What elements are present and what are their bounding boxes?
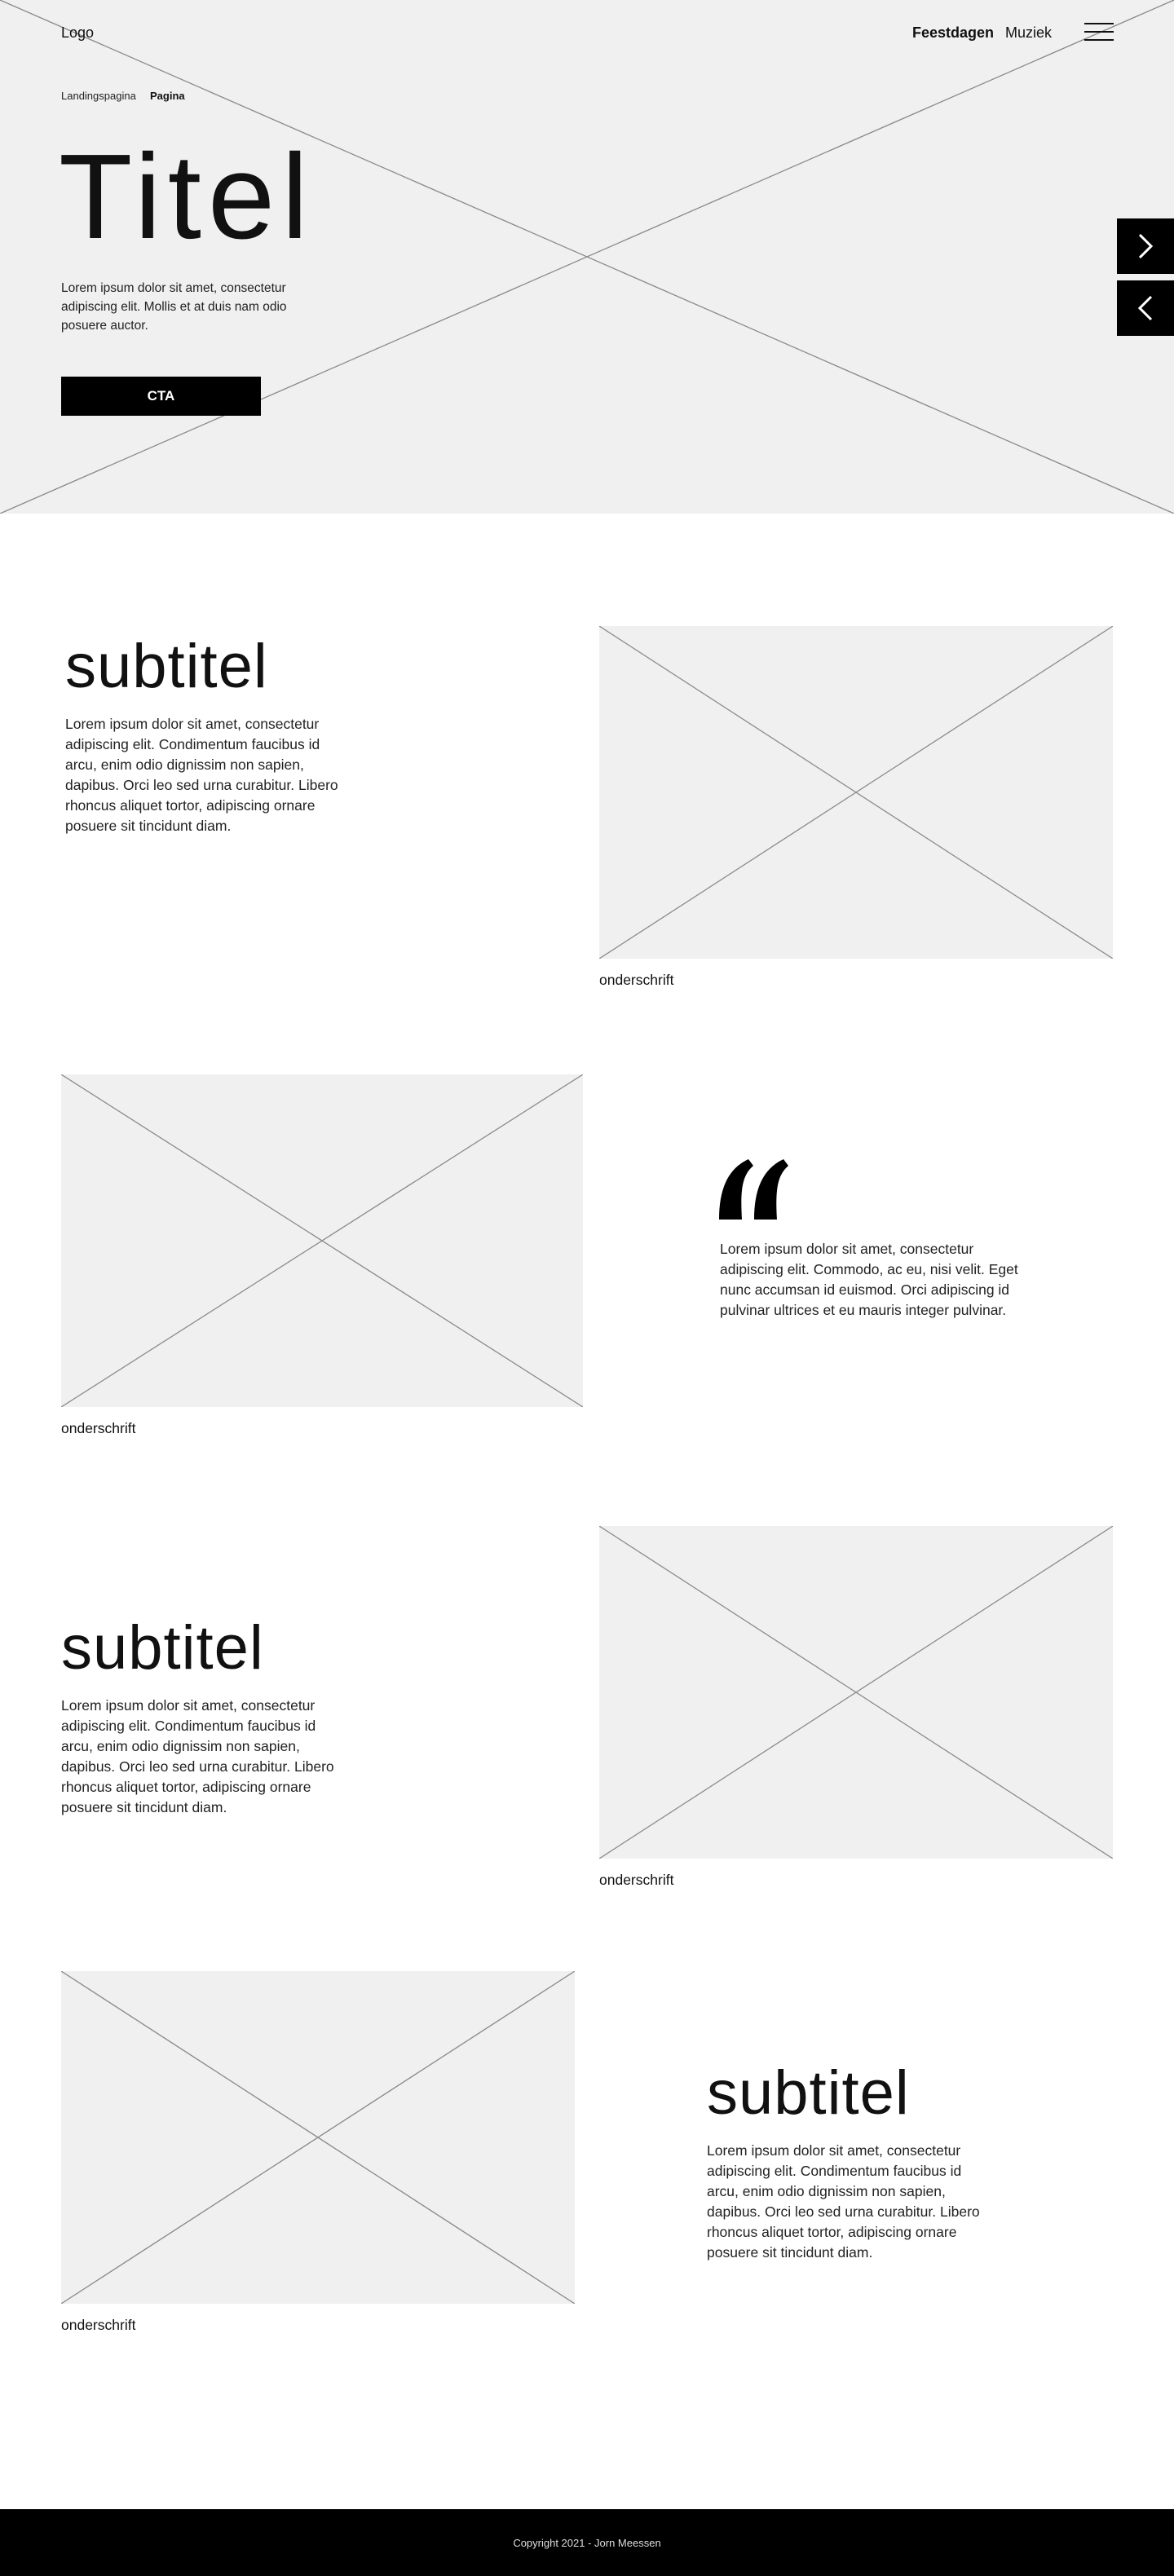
image-placeholder-icon [61, 1074, 583, 1407]
page-title: Titel [59, 130, 316, 264]
hero-description: Lorem ipsum dolor sit amet, consectetur … [61, 281, 287, 333]
section-4-text: Lorem ipsum dolor sit amet, consectetur … [707, 2142, 980, 2261]
section-2-caption: onderschrift [61, 1420, 136, 1436]
image-placeholder-icon [599, 626, 1113, 959]
next-slide-button[interactable] [1117, 218, 1174, 274]
chevron-left-icon [1137, 295, 1153, 321]
hamburger-menu-icon[interactable] [1084, 23, 1114, 42]
section-1-image-placeholder [599, 626, 1113, 959]
section-1-caption: onderschrift [599, 972, 674, 988]
logo[interactable]: Logo [61, 24, 94, 42]
footer: Copyright 2021 - Jorn Meessen [0, 2509, 1174, 2576]
quote-icon [719, 1159, 788, 1220]
section-1-text: Lorem ipsum dolor sit amet, consectetur … [65, 716, 338, 834]
section-2-image-placeholder [61, 1074, 583, 1407]
section-4-image-placeholder [61, 1971, 575, 2304]
section-4-subtitle: subtitel [707, 2058, 910, 2128]
section-4-caption: onderschrift [61, 2317, 136, 2333]
nav-link-muziek[interactable]: Muziek [1005, 24, 1052, 42]
footer-copyright: Copyright 2021 - Jorn Meessen [513, 2536, 661, 2549]
prev-slide-button[interactable] [1117, 280, 1174, 336]
section-3-text: Lorem ipsum dolor sit amet, consectetur … [61, 1697, 334, 1815]
quote-text: Lorem ipsum dolor sit amet, consectetur … [720, 1241, 1018, 1318]
section-3-subtitle: subtitel [61, 1613, 264, 1683]
image-placeholder-icon [61, 1971, 575, 2304]
image-placeholder-icon [599, 1526, 1113, 1859]
section-1-subtitle: subtitel [65, 632, 268, 701]
breadcrumb-item-current: Pagina [150, 90, 185, 102]
cta-button[interactable]: CTA [61, 377, 261, 416]
chevron-right-icon [1138, 233, 1154, 259]
section-3-image-placeholder [599, 1526, 1113, 1859]
nav-link-feestdagen[interactable]: Feestdagen [912, 24, 994, 42]
breadcrumb-item-landingspagina[interactable]: Landingspagina [61, 90, 136, 102]
section-3-caption: onderschrift [599, 1872, 674, 1888]
